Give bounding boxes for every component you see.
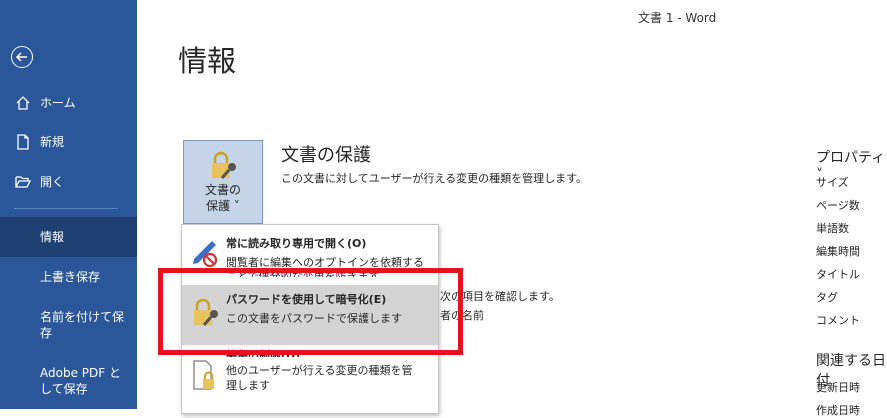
sidebar-item-new[interactable]: 新規	[0, 133, 137, 151]
protect-section-title: 文書の保護	[281, 145, 371, 166]
new-document-icon	[17, 134, 29, 150]
sidebar-item-label: 情報	[40, 230, 65, 244]
menu-item-desc-line1: 他のユーザーが行える変更の種類を管	[226, 364, 413, 377]
lock-key-icon	[212, 151, 236, 179]
protect-section-description: この文書に対してユーザーが行える変更の種類を管理します。	[281, 172, 588, 185]
property-tags-label: タグ	[816, 291, 838, 304]
menu-item-restrict-editing[interactable]: 編集の制限(D) 他のユーザーが行える変更の種類を管 理します	[182, 349, 438, 413]
sidebar-item-label-line1: Adobe PDF と	[40, 366, 121, 380]
property-comments-label: コメント	[816, 314, 860, 327]
protect-button-label-line1: 文書の	[204, 183, 241, 197]
sidebar-item-label-line2: して保存	[40, 382, 88, 396]
document-lock-icon	[193, 360, 214, 390]
pencil-prohibited-icon	[193, 241, 218, 267]
date-modified-label: 更新日時	[816, 381, 860, 394]
sidebar-item-label-line2: 存	[40, 326, 53, 340]
property-words-label: 単語数	[816, 222, 849, 235]
page-title: 情報	[178, 44, 237, 78]
sidebar-item-label: ホーム	[40, 96, 76, 110]
menu-item-desc-line2: 理します	[226, 379, 270, 392]
home-icon	[16, 96, 30, 110]
sidebar-item-label: 新規	[40, 135, 65, 149]
sidebar-item-info[interactable]: 情報	[0, 217, 137, 257]
window-title: 文書 1 - Word	[638, 11, 717, 25]
arrow-left-icon	[15, 52, 27, 62]
menu-item-title: 常に読み取り専用で開く(O)	[226, 237, 367, 250]
property-edit-time-label: 編集時間	[816, 245, 860, 258]
property-pages-label: ページ数	[816, 199, 860, 212]
back-button[interactable]	[11, 46, 33, 68]
folder-open-icon	[15, 176, 32, 188]
date-created-label: 作成日時	[816, 404, 860, 417]
protect-document-button[interactable]: 文書の 保護 ˅	[183, 140, 263, 224]
sidebar-item-label-line1: 名前を付けて保	[40, 310, 125, 324]
property-size-label: サイズ	[816, 176, 849, 189]
protect-button-label-line2: 保護 ˅	[206, 199, 240, 213]
highlight-annotation-box	[158, 268, 463, 355]
sidebar-item-save[interactable]: 上書き保存	[40, 269, 100, 286]
sidebar-divider	[14, 208, 118, 209]
sidebar-item-open[interactable]: 開く	[0, 173, 137, 191]
property-title-label: タイトル	[816, 268, 860, 281]
backstage-sidebar: ホーム 新規 開く 情報 上書き保存 名前を付けて保 存 Adobe PDF と…	[0, 0, 137, 409]
sidebar-item-label: 開く	[40, 175, 65, 189]
sidebar-item-home[interactable]: ホーム	[0, 94, 137, 112]
